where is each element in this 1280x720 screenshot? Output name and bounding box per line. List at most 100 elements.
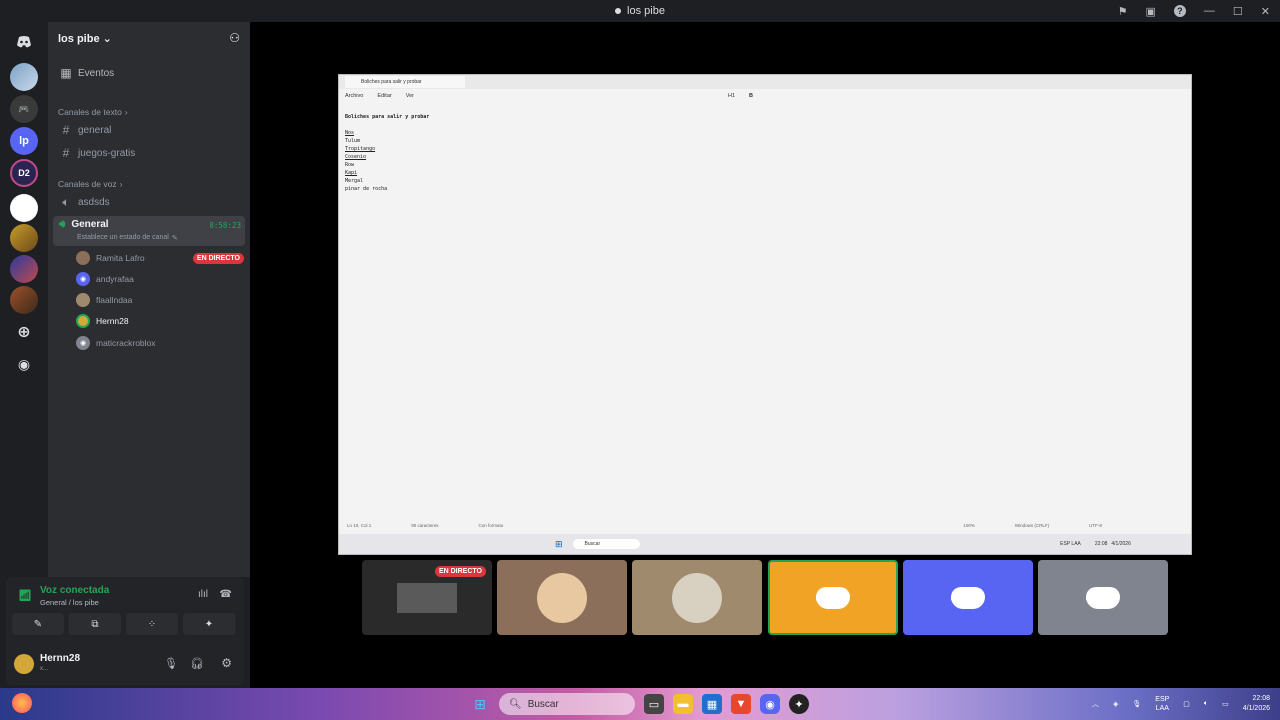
server-icon-controller[interactable]: 🎮 [10, 95, 38, 123]
chevron-down-icon: ⌄ [102, 32, 112, 45]
app-icon[interactable]: ✦ [789, 694, 809, 714]
close-button[interactable]: ✕ [1261, 5, 1270, 18]
window-title: los pibe [627, 5, 665, 17]
camera-off-button[interactable]: ✎ [12, 613, 64, 635]
minimize-button[interactable]: — [1204, 5, 1215, 17]
server-icon-4[interactable] [10, 194, 38, 222]
signal-icon[interactable]: 📶︎ [18, 589, 32, 602]
taskbar-search[interactable]: 🔍︎ Buscar [499, 693, 635, 715]
settings-gear-icon[interactable]: ⚙ [221, 656, 232, 670]
voice-connection-panel: 📶︎ Voz conectada General / los pibe ılıl… [6, 577, 244, 645]
channel-general[interactable]: # general [54, 120, 244, 140]
volume-icon[interactable]: 🔈︎ [1204, 700, 1208, 708]
participant-avatar [672, 572, 722, 623]
explore-icon[interactable]: ◉ [10, 350, 38, 378]
screen-share-button[interactable]: ⧉ [69, 613, 121, 635]
voice-channel-general[interactable]: 🔊︎ General 8:58:23 Establece un estado d… [53, 216, 245, 246]
participant-tile[interactable] [1038, 560, 1168, 635]
tray-overflow-icon[interactable]: ︿ [1092, 699, 1099, 709]
help-icon[interactable]: ? [1173, 5, 1186, 17]
server-icon-5[interactable] [10, 224, 38, 252]
channel-label: general [78, 124, 112, 136]
clock[interactable]: 22:08 4/1/2026 [1243, 694, 1270, 714]
menu-ver[interactable]: Ver [406, 93, 414, 99]
user-avatar[interactable] [14, 654, 34, 674]
streamed-start-icon: ⊞ [555, 538, 563, 549]
add-member-icon[interactable]: ⚇ [229, 31, 240, 45]
server-header[interactable]: los pibe ⌄ ⚇ [48, 22, 250, 54]
microphone-icon[interactable]: 🎙︎ [164, 657, 178, 670]
tray-app-icon[interactable]: ◈ [1113, 700, 1118, 708]
bold-icon[interactable]: B [749, 93, 753, 99]
inbox-flag-icon[interactable]: ⚑ [1118, 5, 1128, 18]
file-explorer-icon[interactable]: ▬ [673, 694, 693, 714]
voice-category[interactable]: Canales de voz › [58, 179, 122, 189]
text-category-label: Canales de texto [58, 107, 122, 117]
noise-suppression-icon[interactable]: ılıl [198, 589, 208, 600]
server-icon-d2[interactable]: D2 [10, 159, 38, 187]
doc-line: Kapi [345, 170, 358, 176]
hash-icon: # [62, 146, 70, 160]
battery-icon[interactable]: ▭ [1222, 700, 1229, 708]
participant-tile[interactable] [497, 560, 627, 635]
calendar-icon: ▦ [60, 66, 72, 80]
pencil-icon[interactable]: ✎ [172, 234, 178, 242]
task-view-icon[interactable]: ▭ [644, 694, 664, 714]
events-item[interactable]: ▦ Eventos [54, 63, 244, 83]
voice-user[interactable]: ◉ maticrackroblox [76, 334, 156, 352]
participant-tile[interactable] [903, 560, 1033, 635]
voice-user[interactable]: Ramita Lafro [76, 249, 145, 267]
notepad-document[interactable]: Boliches para salir y probar Nos Tulum T… [345, 113, 429, 193]
menu-archivo[interactable]: Archivo [345, 93, 363, 99]
network-icon[interactable]: ▢ [1183, 700, 1190, 708]
user-name: Hernn28 [96, 316, 129, 326]
live-badge: EN DIRECTO [434, 566, 486, 577]
streamed-clock-time: 22:08 [1094, 541, 1108, 547]
discord-home-icon[interactable] [10, 28, 38, 56]
user-name[interactable]: Hernn28 [40, 653, 80, 664]
headphones-icon[interactable]: 🎧︎ [190, 657, 204, 670]
voice-user[interactable]: Hernn28 [76, 312, 129, 330]
activities-button[interactable]: ⁘ [126, 613, 178, 635]
add-server-icon[interactable]: ⊕ [10, 318, 38, 346]
doc-line: Row [345, 162, 355, 168]
menu-editar[interactable]: Editar [377, 93, 391, 99]
input-language[interactable]: ESP LAA [1155, 695, 1169, 713]
server-icon-1[interactable] [10, 63, 38, 91]
server-icon-lp[interactable]: lp [10, 127, 38, 155]
participant-tile-speaking[interactable] [768, 560, 898, 635]
taskbar-search-label: Buscar [527, 698, 559, 710]
discord-taskbar-icon[interactable]: ◉ [760, 694, 780, 714]
stream-screen-share[interactable]: Boliches para salir y probar Archivo Edi… [338, 74, 1192, 555]
start-icon[interactable]: ⊞ [470, 694, 490, 714]
firefox-icon[interactable] [12, 693, 32, 713]
voice-channel-path[interactable]: General / los pibe [40, 598, 99, 607]
text-category[interactable]: Canales de texto › [58, 107, 128, 117]
status-encoding: UTF-8 [1089, 522, 1102, 528]
voice-user[interactable]: flaallndaa [76, 291, 132, 309]
channel-juegos-gratis[interactable]: # juegos-gratis [54, 143, 244, 163]
participant-tile-stream[interactable]: EN DIRECTO [362, 560, 492, 635]
maximize-button[interactable]: ☐ [1233, 5, 1243, 18]
voice-user[interactable]: ◉ andyrafaa [76, 270, 134, 288]
voice-channel-asdsds[interactable]: 🔈︎ asdsds [54, 192, 244, 212]
discord-logo-icon [816, 586, 850, 609]
server-icon-7[interactable] [10, 286, 38, 314]
store-icon[interactable]: ▦ [702, 694, 722, 714]
heading-dropdown[interactable]: H1 [728, 93, 735, 99]
tray-mic-icon[interactable]: 🎙︎ [1132, 700, 1141, 708]
brave-icon[interactable]: ▼ [731, 694, 751, 714]
soundboard-button[interactable]: ✦ [183, 613, 235, 635]
participant-tile[interactable] [632, 560, 762, 635]
discord-logo-icon [1086, 586, 1120, 609]
participant-avatar [537, 572, 587, 623]
notepad-tab[interactable]: Boliches para salir y probar [345, 76, 465, 88]
screen-share-icon[interactable]: ▣ [1146, 5, 1156, 18]
status-format: Con formato [478, 522, 504, 528]
server-icon-6[interactable] [10, 255, 38, 283]
speaker-icon: 🔈︎ [62, 194, 70, 209]
status-position: Ln 10, Col 1 [347, 522, 372, 528]
channel-status[interactable]: Establece un estado de canal [77, 234, 169, 242]
disconnect-icon[interactable]: ☎ [220, 589, 232, 600]
clock-date: 4/1/2026 [1242, 705, 1270, 712]
